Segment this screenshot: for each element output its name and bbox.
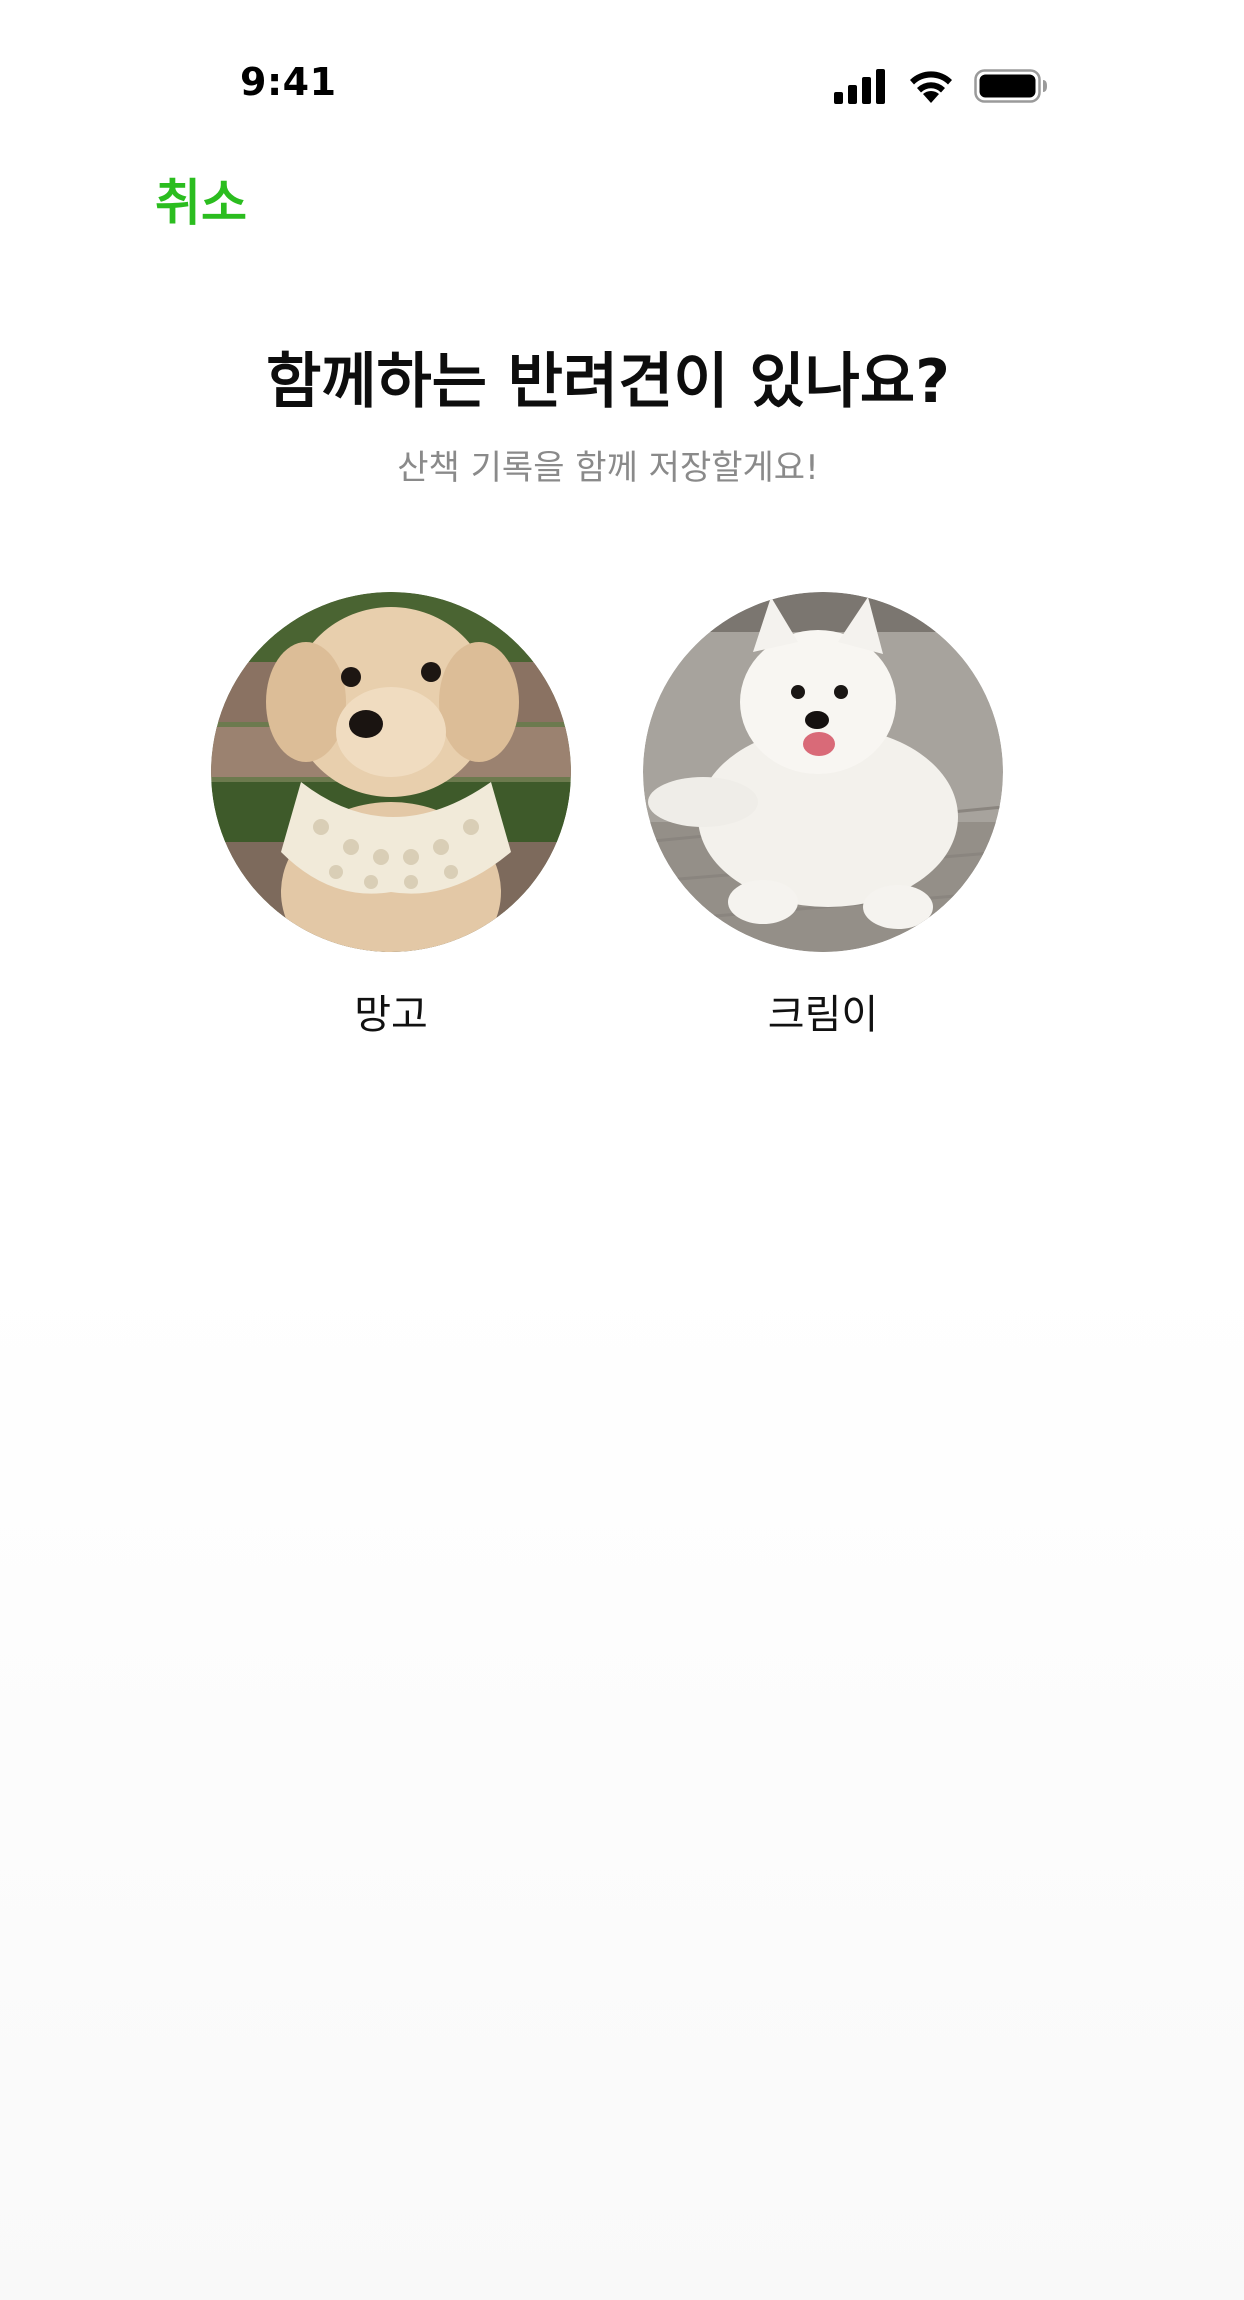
- status-bar: 9:41: [0, 0, 1244, 170]
- battery-icon: [974, 69, 1047, 103]
- pet-name: 망고: [354, 992, 428, 1038]
- status-time: 9:41: [240, 60, 337, 104]
- pet-avatar-cream[interactable]: [643, 592, 1003, 952]
- status-icons: [832, 62, 1048, 110]
- pet-card-cream[interactable]: 크림이: [643, 592, 1003, 1040]
- pet-card-mango[interactable]: 망고: [211, 592, 571, 1040]
- page-title: 함께하는 반려견이 있나요?: [266, 347, 950, 417]
- wifi-icon: [910, 71, 952, 103]
- page-subtitle: 산책 기록을 함께 저장할게요!: [397, 448, 819, 488]
- pet-list: 망고 크림이: [0, 592, 1244, 1052]
- signal-icon: [834, 69, 885, 104]
- pet-avatar-mango[interactable]: [211, 592, 571, 952]
- pet-name: 크림이: [767, 992, 879, 1038]
- cancel-button[interactable]: 취소: [155, 178, 247, 228]
